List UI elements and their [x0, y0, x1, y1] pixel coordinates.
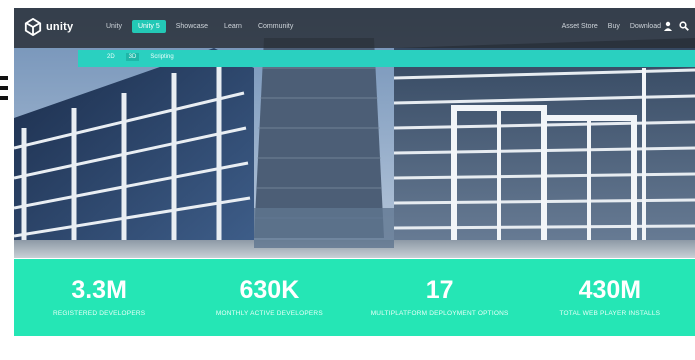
nav-item-unity-5[interactable]: Unity 5: [131, 20, 166, 33]
stat-registered-developers: 3.3M REGISTERED DEVELOPERS: [14, 259, 184, 336]
unity-logo[interactable]: unity: [24, 18, 73, 36]
subnav-item-2d[interactable]: 2D: [104, 53, 118, 61]
slide-edge-mark-top: [0, 76, 8, 80]
nav-link-download[interactable]: Download: [630, 23, 661, 30]
stat-value: 17: [425, 276, 454, 304]
subnav-item-scripting[interactable]: Scripting: [147, 53, 176, 61]
stat-label: TOTAL WEB PLAYER INSTALLS: [559, 310, 661, 317]
stat-value: 3.3M: [71, 276, 127, 304]
stats-band: 3.3M REGISTERED DEVELOPERS 630K MONTHLY …: [14, 259, 695, 336]
stat-label: MONTHLY ACTIVE DEVELOPERS: [215, 310, 323, 317]
subnav-item-3d[interactable]: 3D: [125, 53, 140, 61]
nav-item-unity[interactable]: Unity: [100, 20, 128, 33]
sub-navigation-bar: 2D 3D Scripting: [78, 50, 695, 67]
nav-item-showcase[interactable]: Showcase: [170, 20, 214, 33]
stat-label: MULTIPLATFORM DEPLOYMENT OPTIONS: [370, 310, 509, 317]
stat-value: 430M: [578, 276, 642, 304]
nav-link-asset-store[interactable]: Asset Store: [562, 23, 598, 30]
user-icon[interactable]: [663, 21, 673, 31]
nav-item-learn[interactable]: Learn: [218, 20, 248, 33]
logo-text: unity: [46, 21, 74, 33]
nav-link-buy[interactable]: Buy: [608, 23, 620, 30]
unity-cube-icon: [24, 18, 42, 36]
stat-monthly-active-developers: 630K MONTHLY ACTIVE DEVELOPERS: [184, 259, 354, 336]
slide-edge-mark-middle: [0, 86, 8, 90]
stat-value: 630K: [239, 276, 300, 304]
nav-item-community[interactable]: Community: [252, 20, 299, 33]
stat-label: REGISTERED DEVELOPERS: [52, 310, 146, 317]
stat-web-player-installs: 430M TOTAL WEB PLAYER INSTALLS: [525, 259, 695, 336]
unity-homepage-screenshot: unity Unity Unity 5 Showcase Learn Commu…: [14, 8, 695, 360]
top-navigation-bar: unity Unity Unity 5 Showcase Learn Commu…: [14, 8, 695, 48]
slide-edge-mark-bottom: [0, 96, 8, 100]
search-icon[interactable]: [679, 21, 689, 31]
stat-deployment-options: 17 MULTIPLATFORM DEPLOYMENT OPTIONS: [355, 259, 525, 336]
